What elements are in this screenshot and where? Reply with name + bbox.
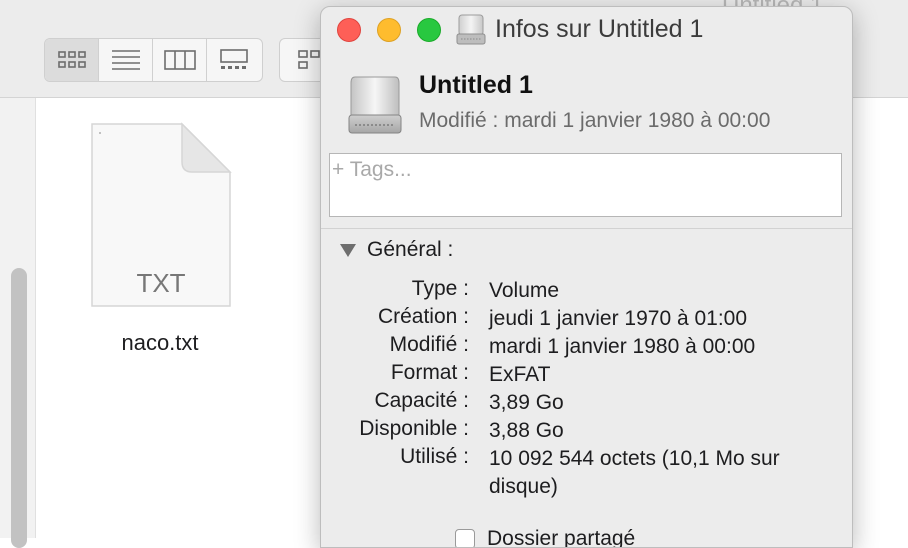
zoom-button[interactable] (417, 18, 441, 42)
tags-input[interactable] (329, 153, 842, 217)
property-row: Type : Volume (321, 277, 852, 305)
volume-name: Untitled 1 (419, 71, 533, 99)
view-mode-selector (44, 38, 263, 82)
modified-date-header: Modifié : mardi 1 janvier 1980 à 00:00 (419, 109, 771, 132)
property-row: Format : ExFAT (321, 361, 852, 389)
scrollbar-thumb[interactable] (11, 268, 27, 548)
file-name: naco.txt (121, 330, 199, 355)
property-label: Capacité : (374, 389, 469, 412)
property-value: Volume (489, 279, 560, 302)
property-value: mardi 1 janvier 1980 à 00:00 (489, 335, 756, 358)
property-row: Utilisé : 10 092 544 octets (10,1 Mo sur… (321, 445, 852, 501)
title-bar[interactable]: Infos sur Untitled 1 (321, 7, 852, 53)
property-row: Création : jeudi 1 janvier 1970 à 01:00 (321, 305, 852, 333)
list-view-button[interactable] (99, 39, 153, 81)
file-item[interactable]: TXT naco.txt (80, 118, 240, 368)
property-value: 10 092 544 octets (10,1 Mo sur disque) (489, 447, 780, 498)
property-value: 3,88 Go (489, 419, 564, 442)
text-document-icon: TXT (91, 122, 232, 307)
file-type-label: TXT (136, 268, 185, 298)
property-row: Modifié : mardi 1 janvier 1980 à 00:00 (321, 333, 852, 361)
general-properties: Type : Volume Création : jeudi 1 janvier… (321, 277, 852, 501)
property-row: Disponible : 3,88 Go (321, 417, 852, 445)
drive-icon (456, 14, 486, 45)
columns-icon (163, 50, 196, 70)
property-row: Capacité : 3,89 Go (321, 389, 852, 417)
column-view-button[interactable] (153, 39, 207, 81)
minimize-button[interactable] (377, 18, 401, 42)
gallery-view-button[interactable] (207, 39, 261, 81)
disclosure-triangle-icon (340, 244, 356, 257)
gallery-icon (220, 49, 248, 69)
property-label: Modifié : (389, 333, 469, 356)
property-value: 3,89 Go (489, 391, 564, 414)
info-window: Infos sur Untitled 1 Untitled 1 Modifié … (320, 6, 853, 548)
volume-drive-icon (348, 76, 402, 134)
property-label: Création : (377, 305, 469, 328)
group-icon (298, 50, 320, 69)
general-section-title: Général : (367, 238, 454, 261)
property-value: jeudi 1 janvier 1970 à 01:00 (489, 307, 748, 330)
general-section-toggle[interactable]: Général : (339, 237, 453, 263)
list-icon (111, 50, 140, 70)
section-divider (321, 228, 852, 229)
icon-view-button[interactable] (45, 39, 99, 81)
grid-icon (57, 51, 86, 68)
close-button[interactable] (337, 18, 361, 42)
property-label: Format : (390, 361, 469, 384)
window-title: Infos sur Untitled 1 (495, 15, 704, 43)
shared-folder-checkbox[interactable] (455, 529, 475, 547)
property-label: Utilisé : (400, 445, 469, 468)
property-value: ExFAT (489, 363, 551, 386)
property-label: Type : (411, 277, 469, 300)
property-label: Disponible : (359, 417, 469, 440)
